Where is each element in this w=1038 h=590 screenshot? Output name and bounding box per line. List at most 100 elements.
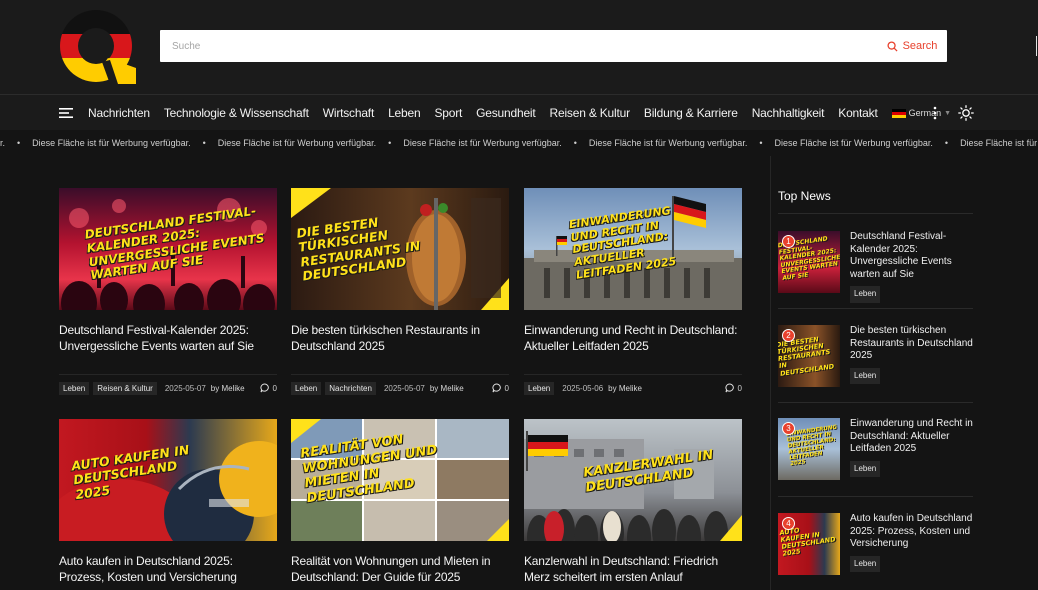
ticker-item: Diese Fläche ist für Werbung verfügbar. xyxy=(217,138,377,148)
theme-toggle-sun-icon[interactable] xyxy=(958,105,974,121)
top-news-thumbnail[interactable]: Auto kaufen in Deutschland 2025 4 xyxy=(778,513,840,575)
category-tag[interactable]: Nachrichten xyxy=(325,381,376,395)
ad-ticker: r. • Diese Fläche ist für Werbung verfüg… xyxy=(0,130,1038,156)
category-tag[interactable]: Leben xyxy=(291,381,322,395)
ticker-item: Diese Fläche ist für Werbung verfügbar. xyxy=(774,138,933,148)
top-news-text: Auto kaufen in Deutschland 2025: Prozess… xyxy=(850,513,975,572)
ticker-item: Diese Fläche ist für Werbung verfügbar. xyxy=(588,138,748,148)
article-date: 2025-05-07 xyxy=(164,383,206,393)
search-icon xyxy=(887,40,898,52)
article-thumbnail[interactable]: Kanzlerwahl in Deutschland xyxy=(524,419,742,541)
nav-item-wirtschaft[interactable]: Wirtschaft xyxy=(323,106,375,120)
article-thumbnail[interactable]: Realität von Wohnungen und Mieten in Deu… xyxy=(291,419,509,541)
category-tag[interactable]: Leben xyxy=(524,381,555,395)
article-thumbnail[interactable]: Die besten türkischen Restaurants in Deu… xyxy=(291,188,509,310)
article-card: Die besten türkischen Restaurants in Deu… xyxy=(291,188,509,395)
article-title[interactable]: Kanzlerwahl in Deutschland: Friedrich Me… xyxy=(524,553,742,585)
category-tag[interactable]: Reisen & Kultur xyxy=(93,381,157,395)
rank-badge: 2 xyxy=(782,329,795,342)
nav-item-leben[interactable]: Leben xyxy=(388,106,421,120)
german-flag-icon xyxy=(891,108,906,118)
language-selector[interactable]: German ▼ xyxy=(891,108,952,118)
ticker-item: Diese Fläche ist für Werbung verfügbar. xyxy=(960,138,1038,148)
article-card: Auto kaufen in Deutschland 2025 Auto kau… xyxy=(59,419,277,585)
top-news-sidebar: Top News Deutschland Festival-Kalender 2… xyxy=(770,156,982,590)
search-bar: Search xyxy=(160,30,1037,62)
article-thumbnail[interactable]: Auto kaufen in Deutschland 2025 xyxy=(59,419,277,541)
site-header: Search xyxy=(0,0,1038,94)
category-tag[interactable]: Leben xyxy=(59,381,90,395)
rank-badge: 3 xyxy=(782,422,795,435)
article-title[interactable]: Die besten türkischen Restaurants in Deu… xyxy=(291,322,509,354)
sidebar-separator xyxy=(778,402,973,403)
top-news-title[interactable]: Deutschland Festival-Kalender 2025: Unve… xyxy=(850,231,975,281)
article-date: 2025-05-06 xyxy=(562,383,604,393)
search-input[interactable] xyxy=(160,30,875,62)
article-author[interactable]: by Melike xyxy=(608,384,642,393)
thumbnail-headline: Die besten türkischen Restaurants in Deu… xyxy=(778,335,835,378)
main-nav: Nachrichten Technologie & Wissenschaft W… xyxy=(0,94,1038,130)
nav-item-nachhaltigkeit[interactable]: Nachhaltigkeit xyxy=(752,106,825,120)
nav-item-reisen-kultur[interactable]: Reisen & Kultur xyxy=(550,106,631,120)
top-news-text: Deutschland Festival-Kalender 2025: Unve… xyxy=(850,231,975,303)
nav-item-gesundheit[interactable]: Gesundheit xyxy=(476,106,536,120)
comment-icon xyxy=(725,383,734,393)
chevron-down-icon: ▼ xyxy=(944,109,952,117)
article-card: Deutschland Festival-Kalender 2025: Unve… xyxy=(59,188,277,395)
article-meta: Leben 2025-05-06 by Melike 0 xyxy=(524,374,742,395)
ticker-item: Diese Fläche ist für Werbung verfügbar. xyxy=(403,138,562,148)
top-news-text: Einwanderung und Recht in Deutschland: A… xyxy=(850,418,975,477)
article-card: Kanzlerwahl in Deutschland Kanzlerwahl i… xyxy=(524,419,742,585)
search-button-label: Search xyxy=(902,40,938,52)
article-card: Einwanderung und Recht in Deutschland: A… xyxy=(524,188,742,395)
hamburger-menu-icon[interactable] xyxy=(59,108,73,118)
article-title[interactable]: Realität von Wohnungen und Mieten in Deu… xyxy=(291,553,509,585)
category-tag[interactable]: Leben xyxy=(850,367,881,384)
more-options-icon[interactable] xyxy=(928,106,942,120)
top-news-title[interactable]: Auto kaufen in Deutschland 2025: Prozess… xyxy=(850,513,975,551)
ticker-track: r. • Diese Fläche ist für Werbung verfüg… xyxy=(0,138,1038,148)
site-logo[interactable] xyxy=(58,10,136,84)
top-news-text: Die besten türkischen Restaurants in Deu… xyxy=(850,325,975,384)
nav-items: Nachrichten Technologie & Wissenschaft W… xyxy=(88,95,951,131)
article-meta: Leben Nachrichten 2025-05-07 by Melike 0 xyxy=(291,374,509,395)
article-author[interactable]: by Melike xyxy=(430,384,464,393)
article-title[interactable]: Einwanderung und Recht in Deutschland: A… xyxy=(524,322,742,354)
sidebar-separator xyxy=(778,308,973,309)
top-news-thumbnail[interactable]: Deutschland Festival-Kalender 2025: Unve… xyxy=(778,231,840,293)
comment-count[interactable]: 0 xyxy=(492,383,509,393)
category-tag[interactable]: Leben xyxy=(850,286,881,303)
category-tag[interactable]: Leben xyxy=(850,460,881,477)
article-date: 2025-05-07 xyxy=(383,383,425,393)
comment-icon xyxy=(492,383,501,393)
article-title[interactable]: Deutschland Festival-Kalender 2025: Unve… xyxy=(59,322,277,354)
search-divider xyxy=(1036,36,1037,56)
article-thumbnail[interactable]: Deutschland Festival-Kalender 2025: Unve… xyxy=(59,188,277,310)
rank-badge: 1 xyxy=(782,235,795,248)
rank-badge: 4 xyxy=(782,517,795,530)
article-title[interactable]: Auto kaufen in Deutschland 2025: Prozess… xyxy=(59,553,277,585)
top-news-title[interactable]: Die besten türkischen Restaurants in Deu… xyxy=(850,325,975,363)
top-news-title[interactable]: Einwanderung und Recht in Deutschland: A… xyxy=(850,418,975,456)
ticker-item: Diese Fläche ist für Werbung verfügbar. xyxy=(32,138,191,148)
article-author[interactable]: by Melike xyxy=(211,384,245,393)
nav-item-technologie[interactable]: Technologie & Wissenschaft xyxy=(164,106,309,120)
nav-item-kontakt[interactable]: Kontakt xyxy=(838,106,877,120)
article-thumbnail[interactable]: Einwanderung und Recht in Deutschland: A… xyxy=(524,188,742,310)
search-button[interactable]: Search xyxy=(877,30,947,62)
nav-item-bildung-karriere[interactable]: Bildung & Karriere xyxy=(644,106,738,120)
comment-count[interactable]: 0 xyxy=(725,383,742,393)
ticker-fragment: r. xyxy=(0,138,6,148)
sidebar-separator xyxy=(778,496,973,497)
top-news-thumbnail[interactable]: Die besten türkischen Restaurants in Deu… xyxy=(778,325,840,387)
nav-item-nachrichten[interactable]: Nachrichten xyxy=(88,106,150,120)
nav-item-sport[interactable]: Sport xyxy=(434,106,462,120)
comment-icon xyxy=(260,383,269,393)
top-news-thumbnail[interactable]: Einwanderung und Recht in Deutschland: A… xyxy=(778,418,840,480)
category-tag[interactable]: Leben xyxy=(850,555,881,572)
comment-count[interactable]: 0 xyxy=(260,383,277,393)
comment-count-value: 0 xyxy=(504,383,509,393)
sidebar-divider xyxy=(778,213,973,214)
comment-count-value: 0 xyxy=(272,383,277,393)
article-meta: Leben Reisen & Kultur 2025-05-07 by Meli… xyxy=(59,374,277,395)
